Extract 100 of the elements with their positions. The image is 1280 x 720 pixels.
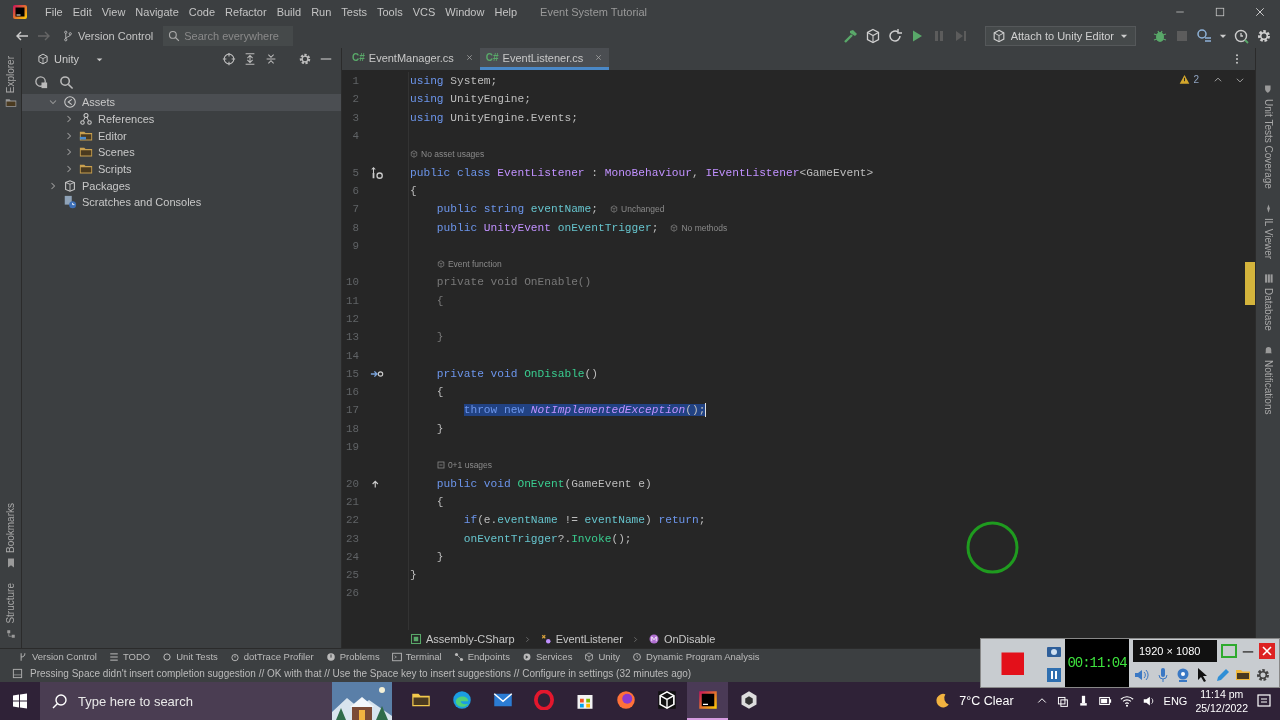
- inlay-hint[interactable]: Unchanged: [621, 204, 665, 215]
- menu-item[interactable]: File: [40, 4, 68, 20]
- warning-count[interactable]: 2: [1193, 74, 1199, 85]
- tool-window-button[interactable]: Explorer: [4, 54, 17, 112]
- filter-icon[interactable]: [34, 74, 49, 90]
- folder-icon[interactable]: [1235, 667, 1251, 683]
- settings-icon[interactable]: [1256, 28, 1272, 44]
- tool-window-button[interactable]: TODO: [108, 651, 151, 662]
- tool-window-button[interactable]: Structure: [4, 581, 17, 642]
- editor-tab[interactable]: C# EventListener.cs: [479, 48, 610, 70]
- recording-timer: 00:11:04: [1065, 639, 1129, 687]
- editor-tab[interactable]: C# EventManager.cs: [346, 48, 480, 70]
- profiler-icon[interactable]: [1234, 28, 1250, 44]
- coverage-icon[interactable]: [1196, 28, 1212, 44]
- search-field[interactable]: Search everywhere: [163, 26, 294, 46]
- tool-window-button[interactable]: Dynamic Program Analysis: [632, 651, 760, 662]
- tool-window-button[interactable]: Database: [1262, 271, 1274, 333]
- version-control-button[interactable]: Version Control: [58, 28, 158, 44]
- tool-window-button[interactable]: Unit Tests Coverage: [1262, 82, 1274, 191]
- panel-icon[interactable]: [12, 667, 23, 679]
- scrollbar-marker[interactable]: [1245, 262, 1255, 305]
- wifi-icon[interactable]: [1119, 694, 1134, 708]
- refresh-icon[interactable]: [886, 28, 903, 44]
- notification-icon[interactable]: [1256, 693, 1272, 709]
- menu-item[interactable]: Window: [440, 4, 490, 20]
- tool-window-button[interactable]: Notifications: [1262, 342, 1274, 417]
- code-vision-hint[interactable]: Event function: [447, 259, 502, 270]
- inlay-hint[interactable]: No methods: [681, 222, 728, 233]
- tree-item[interactable]: Editor: [22, 127, 341, 145]
- weather-text[interactable]: 7°C Clear: [959, 694, 1014, 708]
- tree-item[interactable]: Scratches and Consoles: [22, 194, 341, 211]
- windows-icon[interactable]: [12, 693, 28, 709]
- tree-item[interactable]: Scenes: [22, 144, 341, 161]
- tree-item[interactable]: Assets: [22, 94, 341, 111]
- stop-icon[interactable]: [1000, 651, 1024, 675]
- maximize-icon[interactable]: [1214, 6, 1226, 18]
- taskbar-app-button[interactable]: [687, 682, 728, 720]
- tool-window-button[interactable]: Unit Tests: [162, 651, 218, 662]
- menu-item[interactable]: Edit: [67, 4, 97, 20]
- tool-window-button[interactable]: Terminal: [391, 651, 442, 662]
- tool-window-button[interactable]: dotTrace Profiler: [229, 651, 314, 662]
- tool-window-button[interactable]: Bookmarks: [4, 501, 17, 572]
- breadcrumb-item[interactable]: EventListener: [539, 633, 623, 645]
- close-icon[interactable]: [1254, 6, 1266, 18]
- tool-window-button[interactable]: Unity: [584, 651, 621, 662]
- run-configuration-dropdown[interactable]: Attach to Unity Editor: [984, 26, 1136, 46]
- cursor-highlight-ring: [966, 521, 1019, 574]
- implements-icon[interactable]: [370, 165, 384, 180]
- breadcrumb-item[interactable]: OnDisable: [647, 633, 716, 645]
- tree-item[interactable]: Scripts: [22, 160, 341, 178]
- menu-item[interactable]: Code: [183, 4, 221, 20]
- swirl-icon: [451, 690, 472, 710]
- clock[interactable]: 11:14 pm 25/12/2022: [1195, 687, 1248, 715]
- collapse-all-icon[interactable]: [264, 52, 278, 66]
- menu-item[interactable]: VCS: [407, 4, 441, 20]
- pause-icon[interactable]: [1046, 667, 1062, 683]
- breadcrumb-item[interactable]: Assembly-CSharp: [410, 633, 515, 645]
- menu-item[interactable]: Navigate: [130, 4, 184, 20]
- settings-icon[interactable]: [1255, 667, 1271, 683]
- search-field[interactable]: Type here to search: [40, 682, 332, 720]
- tool-window-button[interactable]: Services: [521, 651, 573, 662]
- menu-item[interactable]: Tests: [336, 4, 372, 20]
- warning-icon[interactable]: [1179, 74, 1191, 85]
- menu-item[interactable]: Build: [271, 4, 307, 20]
- line-number: 12: [345, 313, 359, 325]
- code-vision-hint[interactable]: No asset usages: [421, 149, 485, 160]
- battery-icon[interactable]: [1097, 694, 1112, 708]
- menu-item[interactable]: View: [96, 4, 131, 20]
- tool-window-button[interactable]: Problems: [325, 651, 380, 662]
- tool-window-button[interactable]: Version Control: [18, 651, 97, 662]
- settings-icon[interactable]: [298, 52, 312, 66]
- crosshair-icon[interactable]: [222, 52, 236, 66]
- webcam-icon[interactable]: [1175, 667, 1191, 683]
- tree-item[interactable]: References: [22, 110, 341, 128]
- menu-item[interactable]: Tools: [372, 4, 408, 20]
- expand-all-icon[interactable]: [243, 52, 257, 66]
- debug-icon[interactable]: [1152, 28, 1168, 44]
- line-number: 24: [345, 550, 359, 563]
- speaker-icon[interactable]: [1141, 694, 1156, 708]
- microphone-icon[interactable]: [1155, 667, 1171, 683]
- logo-icon[interactable]: [12, 4, 28, 20]
- cube-icon: [991, 29, 1006, 43]
- language-indicator[interactable]: ENG: [1163, 695, 1188, 707]
- close-icon[interactable]: [1259, 643, 1275, 659]
- close-icon[interactable]: [464, 53, 474, 62]
- menu-item[interactable]: Refactor: [220, 4, 272, 20]
- menu-item[interactable]: Run: [306, 4, 337, 20]
- code-vision-hint[interactable]: 0+1 usages: [447, 460, 493, 471]
- build-icon[interactable]: [864, 28, 881, 44]
- view-selector[interactable]: Unity: [34, 52, 108, 66]
- menu-item[interactable]: Help: [489, 4, 523, 20]
- network-icon[interactable]: [1055, 694, 1069, 708]
- tree-item[interactable]: Packages: [22, 177, 341, 195]
- search-icon[interactable]: [59, 74, 74, 90]
- line-number: 19: [345, 441, 359, 454]
- moon-icon[interactable]: [933, 692, 952, 710]
- hammer-icon[interactable]: [842, 28, 859, 44]
- close-icon[interactable]: [594, 53, 604, 62]
- tool-window-button[interactable]: Endpoints: [453, 651, 510, 662]
- tool-window-button[interactable]: IL Viewer: [1262, 200, 1274, 261]
